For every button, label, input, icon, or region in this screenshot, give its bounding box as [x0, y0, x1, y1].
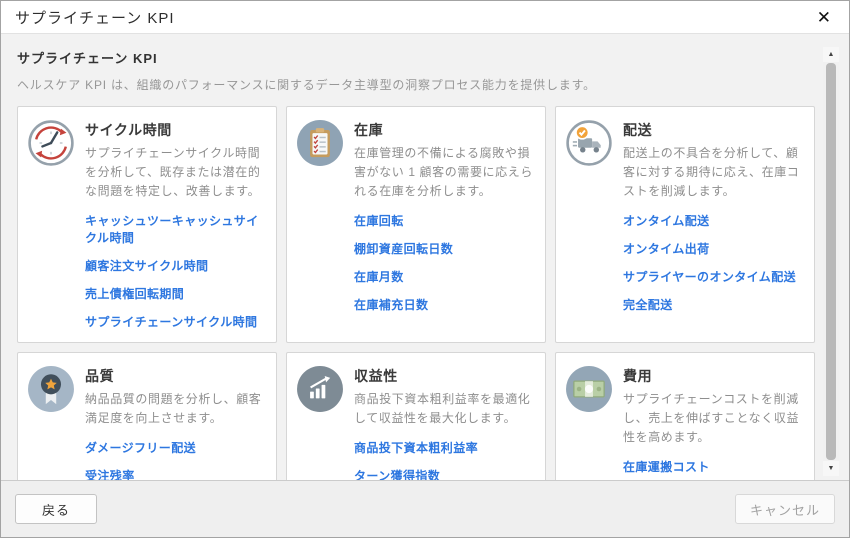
- kpi-link[interactable]: サプライチェーンサイクル時間: [85, 313, 264, 330]
- kpi-link[interactable]: ダメージフリー配送: [85, 439, 264, 456]
- dialog-body: サプライチェーン KPI ヘルスケア KPI は、組織のパフォーマンスに関するデ…: [1, 33, 849, 480]
- kpi-link[interactable]: ターン獲得指数: [354, 467, 533, 480]
- kpi-card-quality: 品質 納品品質の問題を分析し、顧客満足度を向上させます。 ダメージフリー配送 受…: [17, 352, 277, 480]
- kpi-card-delivery: 配送 配送上の不具合を分析して、顧客に対する期待に応え、在庫コストを削減します。…: [555, 106, 815, 343]
- kpi-link[interactable]: 在庫回転: [354, 212, 533, 229]
- card-description: サプライチェーンサイクル時間を分析して、既存または潜在的な問題を特定し、改善しま…: [85, 144, 264, 201]
- kpi-link[interactable]: 在庫補充日数: [354, 296, 533, 313]
- kpi-card-grid: サイクル時間 サプライチェーンサイクル時間を分析して、既存または潜在的な問題を特…: [17, 106, 815, 480]
- kpi-link[interactable]: 完全配送: [623, 296, 802, 313]
- back-button[interactable]: 戻る: [15, 494, 97, 524]
- kpi-link[interactable]: オンタイム出荷: [623, 240, 802, 257]
- card-content: 収益性 商品投下資本粗利益率を最適化して収益性を最大化します。 商品投下資本粗利…: [354, 365, 533, 480]
- card-description: 商品投下資本粗利益率を最適化して収益性を最大化します。: [354, 390, 533, 428]
- kpi-link[interactable]: 在庫月数: [354, 268, 533, 285]
- cancel-button[interactable]: キャンセル: [735, 494, 835, 524]
- card-content: 費用 サプライチェーンコストを削減し、売上を伸ばすことなく収益性を高めます。 在…: [623, 365, 802, 480]
- close-icon[interactable]: ✕: [813, 7, 835, 28]
- scrollbar-thumb[interactable]: [826, 63, 836, 460]
- card-description: 配送上の不具合を分析して、顧客に対する期待に応え、在庫コストを削減します。: [623, 144, 802, 201]
- delivery-truck-icon: [565, 119, 613, 167]
- scrollbar[interactable]: ▲ ▼: [823, 47, 839, 476]
- quality-medal-icon: [27, 365, 75, 413]
- card-content: 配送 配送上の不具合を分析して、顧客に対する期待に応え、在庫コストを削減します。…: [623, 119, 802, 330]
- kpi-link[interactable]: キャッシュツーキャッシュサイクル時間: [85, 212, 264, 246]
- kpi-link[interactable]: 売上債権回転期間: [85, 285, 264, 302]
- supply-chain-kpi-dialog: サプライチェーン KPI ✕ サプライチェーン KPI ヘルスケア KPI は、…: [0, 0, 850, 538]
- card-description: サプライチェーンコストを削減し、売上を伸ばすことなく収益性を高めます。: [623, 390, 802, 447]
- card-title: 配送: [623, 120, 802, 140]
- card-description: 納品品質の問題を分析し、顧客満足度を向上させます。: [85, 390, 264, 428]
- card-description: 在庫管理の不備による腐敗や損害がない 1 顧客の需要に応えられる在庫を分析します…: [354, 144, 533, 201]
- cycle-time-icon: [27, 119, 75, 167]
- dialog-header: サプライチェーン KPI ✕: [1, 1, 849, 33]
- section-description: ヘルスケア KPI は、組織のパフォーマンスに関するデータ主導型の洞察プロセス能…: [17, 76, 815, 93]
- cost-banknote-icon: [565, 365, 613, 413]
- kpi-card-profitability: 収益性 商品投下資本粗利益率を最適化して収益性を最大化します。 商品投下資本粗利…: [286, 352, 546, 480]
- card-content: 在庫 在庫管理の不備による腐敗や損害がない 1 顧客の需要に応えられる在庫を分析…: [354, 119, 533, 330]
- inventory-clipboard-icon: [296, 119, 344, 167]
- kpi-link[interactable]: 商品投下資本粗利益率: [354, 439, 533, 456]
- dialog-title: サプライチェーン KPI: [15, 7, 175, 28]
- kpi-link[interactable]: 受注残率: [85, 467, 264, 480]
- card-title: 品質: [85, 366, 264, 386]
- kpi-card-cycle-time: サイクル時間 サプライチェーンサイクル時間を分析して、既存または潜在的な問題を特…: [17, 106, 277, 343]
- kpi-link[interactable]: 在庫運搬コスト: [623, 458, 802, 475]
- kpi-card-inventory: 在庫 在庫管理の不備による腐敗や損害がない 1 顧客の需要に応えられる在庫を分析…: [286, 106, 546, 343]
- kpi-link[interactable]: 棚卸資産回転日数: [354, 240, 533, 257]
- card-title: 在庫: [354, 120, 533, 140]
- card-title: サイクル時間: [85, 120, 264, 140]
- section-heading: サプライチェーン KPI: [17, 48, 815, 67]
- scroll-up-icon[interactable]: ▲: [823, 47, 839, 62]
- kpi-link[interactable]: 顧客注文サイクル時間: [85, 257, 264, 274]
- dialog-footer: 戻る キャンセル: [1, 480, 849, 537]
- kpi-card-cost: 費用 サプライチェーンコストを削減し、売上を伸ばすことなく収益性を高めます。 在…: [555, 352, 815, 480]
- card-title: 収益性: [354, 366, 533, 386]
- card-title: 費用: [623, 366, 802, 386]
- card-content: 品質 納品品質の問題を分析し、顧客満足度を向上させます。 ダメージフリー配送 受…: [85, 365, 264, 480]
- card-content: サイクル時間 サプライチェーンサイクル時間を分析して、既存または潜在的な問題を特…: [85, 119, 264, 330]
- kpi-link[interactable]: オンタイム配送: [623, 212, 802, 229]
- kpi-link[interactable]: サプライヤーのオンタイム配送: [623, 268, 802, 285]
- scroll-down-icon[interactable]: ▼: [823, 461, 839, 476]
- profitability-chart-icon: [296, 365, 344, 413]
